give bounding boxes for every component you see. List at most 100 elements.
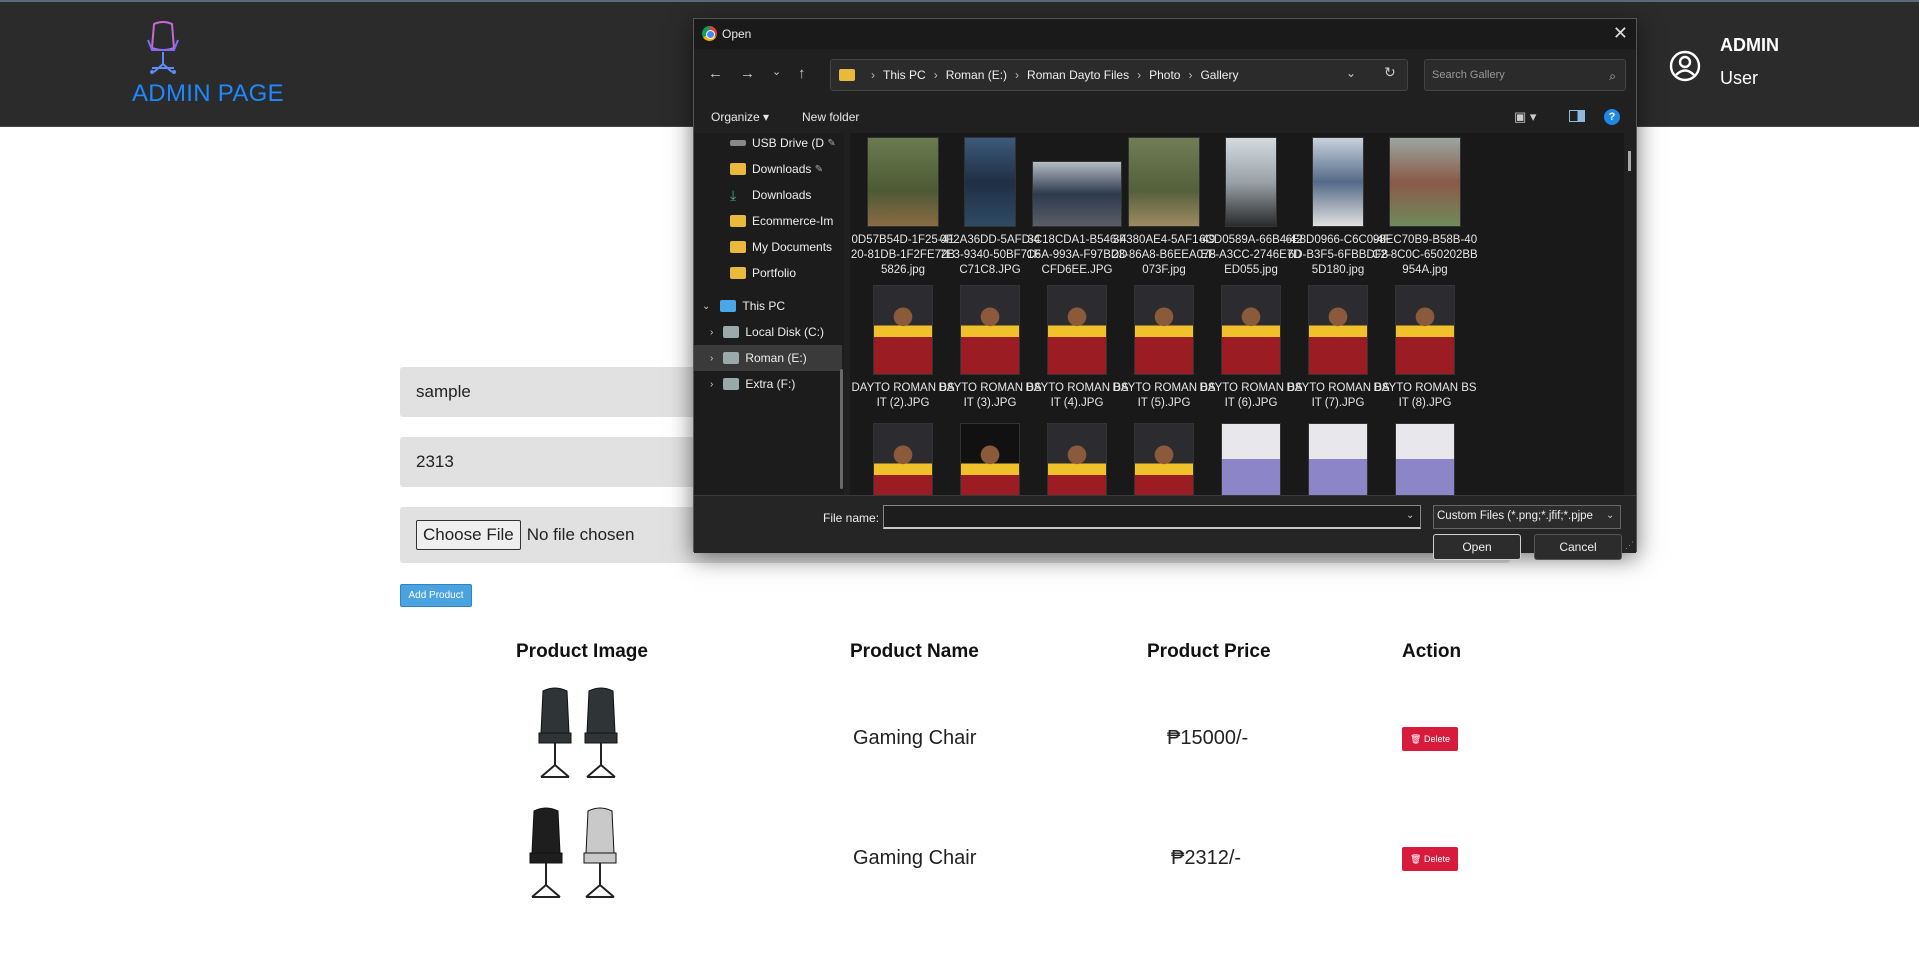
product-price-cell: ₱2312/-	[1171, 847, 1242, 869]
chevron-right-icon: ›	[1188, 68, 1193, 82]
drive-icon	[723, 326, 740, 338]
file-tile[interactable]: DAYTO ROMAN BSIT (8).JPG	[1372, 285, 1478, 411]
choose-file-button[interactable]: Choose File	[416, 520, 521, 550]
recent-locations-chevron-icon[interactable]: ⌄	[772, 65, 781, 78]
nav-item-roman-e[interactable]: › Roman (E:)	[694, 345, 842, 371]
file-open-dialog: Open ✕ ← → ⌄ ↑ › This PC › Roman (E:) › …	[693, 18, 1637, 560]
view-options-icon[interactable]: ▣ ▾	[1514, 109, 1536, 125]
new-folder-button[interactable]: New folder	[802, 110, 859, 124]
file-type-select[interactable]: Custom Files (*.png;*.jfif;*.pjpe	[1433, 505, 1621, 529]
nav-label: Ecommerce-Im	[752, 214, 834, 228]
delete-label: Delete	[1423, 734, 1450, 744]
breadcrumb-roman-dayto-files[interactable]: Roman Dayto Files	[1027, 68, 1129, 82]
gaming-chair-logo-icon	[147, 21, 179, 74]
navigation-pane: USB Drive (D ✎ Downloads ✎ ⤓ Downloads Ec…	[694, 133, 844, 495]
file-thumbnail	[1221, 285, 1281, 375]
file-grid: 0D57B54D-1F25-4120-81DB-1F2FE72B5826.jpg…	[850, 133, 1624, 495]
nav-item-downloads-pinned[interactable]: Downloads ✎	[694, 156, 842, 182]
breadcrumb-photo[interactable]: Photo	[1149, 68, 1180, 82]
file-thumbnail	[960, 423, 1020, 495]
breadcrumb-gallery[interactable]: Gallery	[1200, 68, 1238, 82]
nav-item-this-pc[interactable]: ⌄ This PC	[694, 293, 842, 319]
file-tile[interactable]: 98EC70B9-B58B-40C2-8C0C-650202BB954A.jpg	[1372, 137, 1478, 278]
breadcrumb-this-pc[interactable]: This PC	[883, 68, 926, 82]
file-thumbnail	[1134, 285, 1194, 375]
file-tile[interactable]	[1372, 423, 1478, 495]
folder-icon	[730, 241, 746, 253]
dialog-titlebar[interactable]: Open ✕	[694, 19, 1636, 49]
chevron-right-icon: ›	[1137, 68, 1142, 82]
nav-item-my-documents[interactable]: My Documents	[694, 234, 842, 260]
file-name: 98EC70B9-B58B-40C2-8C0C-650202BB954A.jpg	[1372, 234, 1478, 276]
file-thumbnail	[1221, 423, 1281, 495]
download-icon: ⤓	[730, 187, 737, 203]
resize-grip-icon[interactable]: ⋰	[1625, 540, 1634, 551]
chevron-right-icon: ›	[871, 68, 875, 82]
address-bar[interactable]: › This PC › Roman (E:) › Roman Dayto Fil…	[830, 59, 1408, 91]
open-button[interactable]: Open	[1433, 534, 1521, 560]
file-name-input[interactable]	[883, 505, 1421, 529]
user-account-icon[interactable]	[1669, 50, 1701, 82]
address-dropdown-icon[interactable]: ⌄	[1346, 66, 1356, 80]
delete-label: Delete	[1423, 854, 1450, 864]
chevron-right-icon: ›	[710, 326, 714, 338]
delete-button[interactable]: 🗑 Delete	[1402, 847, 1458, 871]
folder-icon	[730, 267, 746, 279]
nav-item-extra-f[interactable]: › Extra (F:)	[694, 371, 842, 397]
nav-item-downloads[interactable]: ⤓ Downloads	[694, 182, 842, 208]
computer-icon	[720, 300, 737, 312]
forward-arrow-icon[interactable]: →	[740, 65, 755, 82]
add-product-button[interactable]: Add Product	[400, 584, 472, 607]
chevron-right-icon: ›	[1015, 68, 1020, 82]
nav-item-portfolio[interactable]: Portfolio	[694, 260, 842, 286]
breadcrumb-roman-e[interactable]: Roman (E:)	[946, 68, 1007, 82]
nav-scrollbar[interactable]	[840, 369, 843, 489]
nav-label: Local Disk (C:)	[745, 325, 825, 339]
nav-item-ecommerce[interactable]: Ecommerce-Im	[694, 208, 842, 234]
refresh-icon[interactable]: ↻	[1384, 64, 1396, 81]
help-icon[interactable]: ?	[1604, 109, 1620, 125]
trash-icon: 🗑	[1410, 853, 1424, 864]
file-thumbnail	[1128, 137, 1200, 227]
pin-icon: ✎	[827, 137, 836, 149]
file-thumbnail	[1134, 423, 1194, 495]
back-arrow-icon[interactable]: ←	[708, 65, 723, 82]
file-name: DAYTO ROMAN BSIT (8).JPG	[1373, 382, 1477, 409]
file-thumbnail	[1047, 285, 1107, 375]
file-thumbnail	[1312, 137, 1364, 227]
file-thumbnail	[1395, 423, 1455, 495]
chevron-down-icon[interactable]: ⌄	[1606, 510, 1614, 521]
product-image-chair-1	[538, 687, 618, 778]
header-product-name: Product Name	[850, 641, 979, 662]
chevron-right-icon: ›	[710, 352, 714, 364]
chevron-right-icon: ›	[710, 378, 714, 390]
file-thumbnail	[1047, 423, 1107, 495]
delete-button[interactable]: 🗑 Delete	[1402, 727, 1458, 751]
preview-pane-icon[interactable]	[1569, 110, 1585, 122]
trash-icon: 🗑	[1410, 733, 1424, 744]
header-product-price: Product Price	[1147, 641, 1271, 662]
header-action: Action	[1402, 641, 1462, 662]
cancel-button[interactable]: Cancel	[1534, 534, 1622, 560]
file-thumbnail	[1395, 285, 1455, 375]
file-thumbnail	[964, 137, 1016, 227]
nav-item-local-disk-c[interactable]: › Local Disk (C:)	[694, 319, 842, 345]
file-thumbnail	[1308, 423, 1368, 495]
chrome-icon	[702, 26, 717, 41]
file-thumbnail	[1308, 285, 1368, 375]
nav-label: USB Drive (D	[752, 136, 825, 150]
chevron-down-icon[interactable]: ⌄	[1406, 510, 1414, 521]
organize-button[interactable]: Organize ▾	[711, 110, 769, 124]
file-thumbnail	[873, 285, 933, 375]
brand-title: ADMIN PAGE	[132, 80, 284, 107]
up-arrow-icon[interactable]: ↑	[798, 65, 806, 82]
folder-icon	[839, 69, 855, 81]
search-gallery-input[interactable]: Search Gallery ⌕	[1424, 59, 1626, 91]
nav-label: Downloads	[752, 188, 812, 202]
nav-label: This PC	[742, 299, 786, 313]
product-name-cell: Gaming Chair	[853, 727, 977, 749]
nav-item-usb-drive[interactable]: USB Drive (D ✎	[694, 130, 842, 156]
close-icon[interactable]: ✕	[1613, 23, 1628, 44]
file-grid-scrollbar[interactable]	[1628, 151, 1631, 171]
nav-label: Roman (E:)	[745, 351, 807, 365]
